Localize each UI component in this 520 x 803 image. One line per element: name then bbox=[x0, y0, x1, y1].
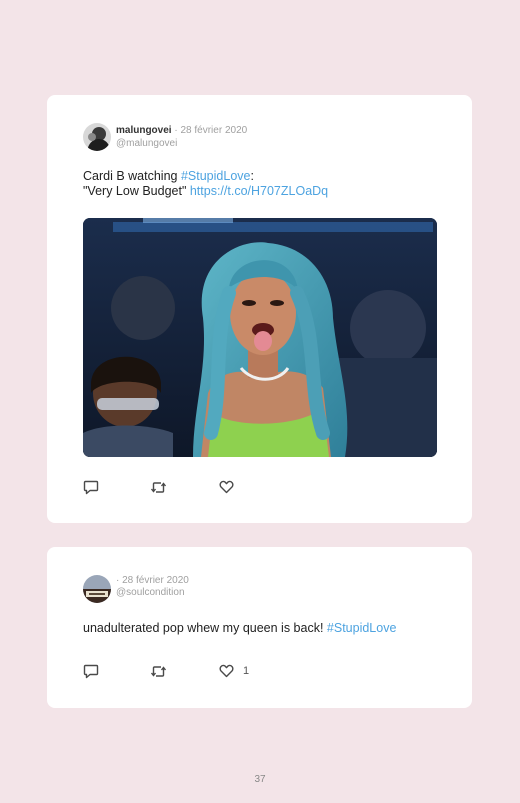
tweet-date[interactable]: 28 février 2020 bbox=[122, 575, 189, 586]
reply-icon bbox=[83, 664, 99, 678]
heart-icon bbox=[219, 664, 234, 678]
heart-icon bbox=[219, 480, 234, 494]
hashtag-link[interactable]: #StupidLove bbox=[181, 169, 251, 183]
retweet-button[interactable] bbox=[150, 479, 167, 495]
tweet-text-line: "Very Low Budget" https://t.co/H707ZLOaD… bbox=[83, 184, 328, 199]
page-number: 37 bbox=[254, 774, 266, 785]
separator-dot: · bbox=[174, 125, 178, 136]
author-handle[interactable]: @soulcondition bbox=[116, 587, 185, 599]
retweet-icon bbox=[150, 665, 167, 677]
tweet-date[interactable]: 28 février 2020 bbox=[180, 125, 247, 136]
avatar[interactable] bbox=[83, 123, 111, 151]
reply-button[interactable] bbox=[83, 663, 99, 679]
tweet-media-gif[interactable] bbox=[83, 218, 437, 457]
like-button[interactable] bbox=[219, 479, 243, 495]
like-count: 1 bbox=[243, 665, 250, 677]
reply-icon bbox=[83, 480, 99, 494]
author-name[interactable]: malungovei bbox=[116, 125, 172, 136]
tweet-text: "Very Low Budget" bbox=[83, 184, 190, 198]
tweet-text-line: Cardi B watching #StupidLove: bbox=[83, 169, 254, 184]
tweet-header: · 28 février 2020 bbox=[116, 575, 189, 587]
tweet-text: unadulterated pop whew my queen is back! bbox=[83, 621, 327, 635]
tweet-header: malungovei · 28 février 2020 bbox=[116, 125, 247, 137]
tweet-card: malungovei · 28 février 2020 @malungovei… bbox=[47, 95, 472, 523]
tweet-text: : bbox=[250, 169, 254, 183]
avatar[interactable] bbox=[83, 575, 111, 603]
url-link[interactable]: https://t.co/H707ZLOaDq bbox=[190, 184, 328, 198]
retweet-button[interactable] bbox=[150, 663, 167, 679]
tweet-actions bbox=[83, 479, 283, 495]
hashtag-link[interactable]: #StupidLove bbox=[327, 621, 397, 635]
separator-dot: · bbox=[116, 575, 120, 586]
tweet-actions: 1 bbox=[83, 663, 283, 679]
tweet-card: · 28 février 2020 @soulcondition unadult… bbox=[47, 547, 472, 708]
tweet-text-line: unadulterated pop whew my queen is back!… bbox=[83, 621, 396, 636]
author-handle[interactable]: @malungovei bbox=[116, 138, 177, 150]
like-button[interactable]: 1 bbox=[219, 663, 249, 679]
tweet-text: Cardi B watching bbox=[83, 169, 181, 183]
reply-button[interactable] bbox=[83, 479, 99, 495]
retweet-icon bbox=[150, 481, 167, 493]
